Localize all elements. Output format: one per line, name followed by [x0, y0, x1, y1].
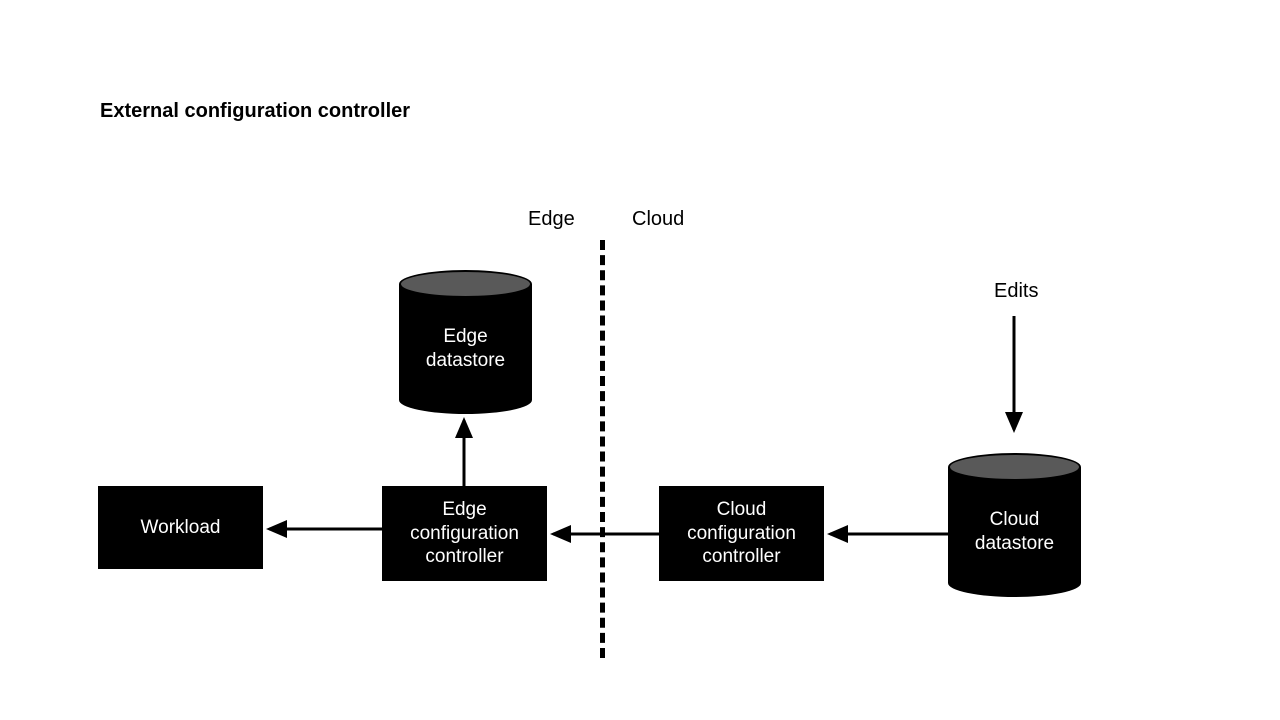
arrow-edge-to-datastore: [460, 414, 470, 486]
arrow-edits-to-cloud-datastore: [1010, 316, 1020, 436]
region-label-edge: Edge: [528, 208, 575, 231]
node-cloud-datastore-label: Cloud datastore: [948, 508, 1081, 556]
diagram-title: External configuration controller: [100, 100, 410, 123]
edge-cloud-divider: [600, 240, 605, 658]
node-cloud-datastore: Cloud datastore: [948, 467, 1081, 597]
node-edge-datastore: Edge datastore: [399, 284, 532, 414]
region-label-cloud: Cloud: [632, 208, 684, 231]
node-cloud-controller: Cloud configuration controller: [659, 486, 824, 581]
edits-label: Edits: [994, 280, 1038, 303]
node-workload: Workload: [98, 486, 263, 569]
node-edge-controller-label: Edge configuration controller: [386, 498, 543, 569]
arrow-datastore-to-cloud: [824, 530, 948, 540]
arrow-cloud-to-edge: [547, 530, 659, 540]
node-edge-datastore-label: Edge datastore: [399, 325, 532, 373]
arrow-edge-to-workload: [263, 525, 382, 535]
node-workload-label: Workload: [141, 516, 221, 540]
node-cloud-controller-label: Cloud configuration controller: [663, 498, 820, 569]
node-edge-controller: Edge configuration controller: [382, 486, 547, 581]
